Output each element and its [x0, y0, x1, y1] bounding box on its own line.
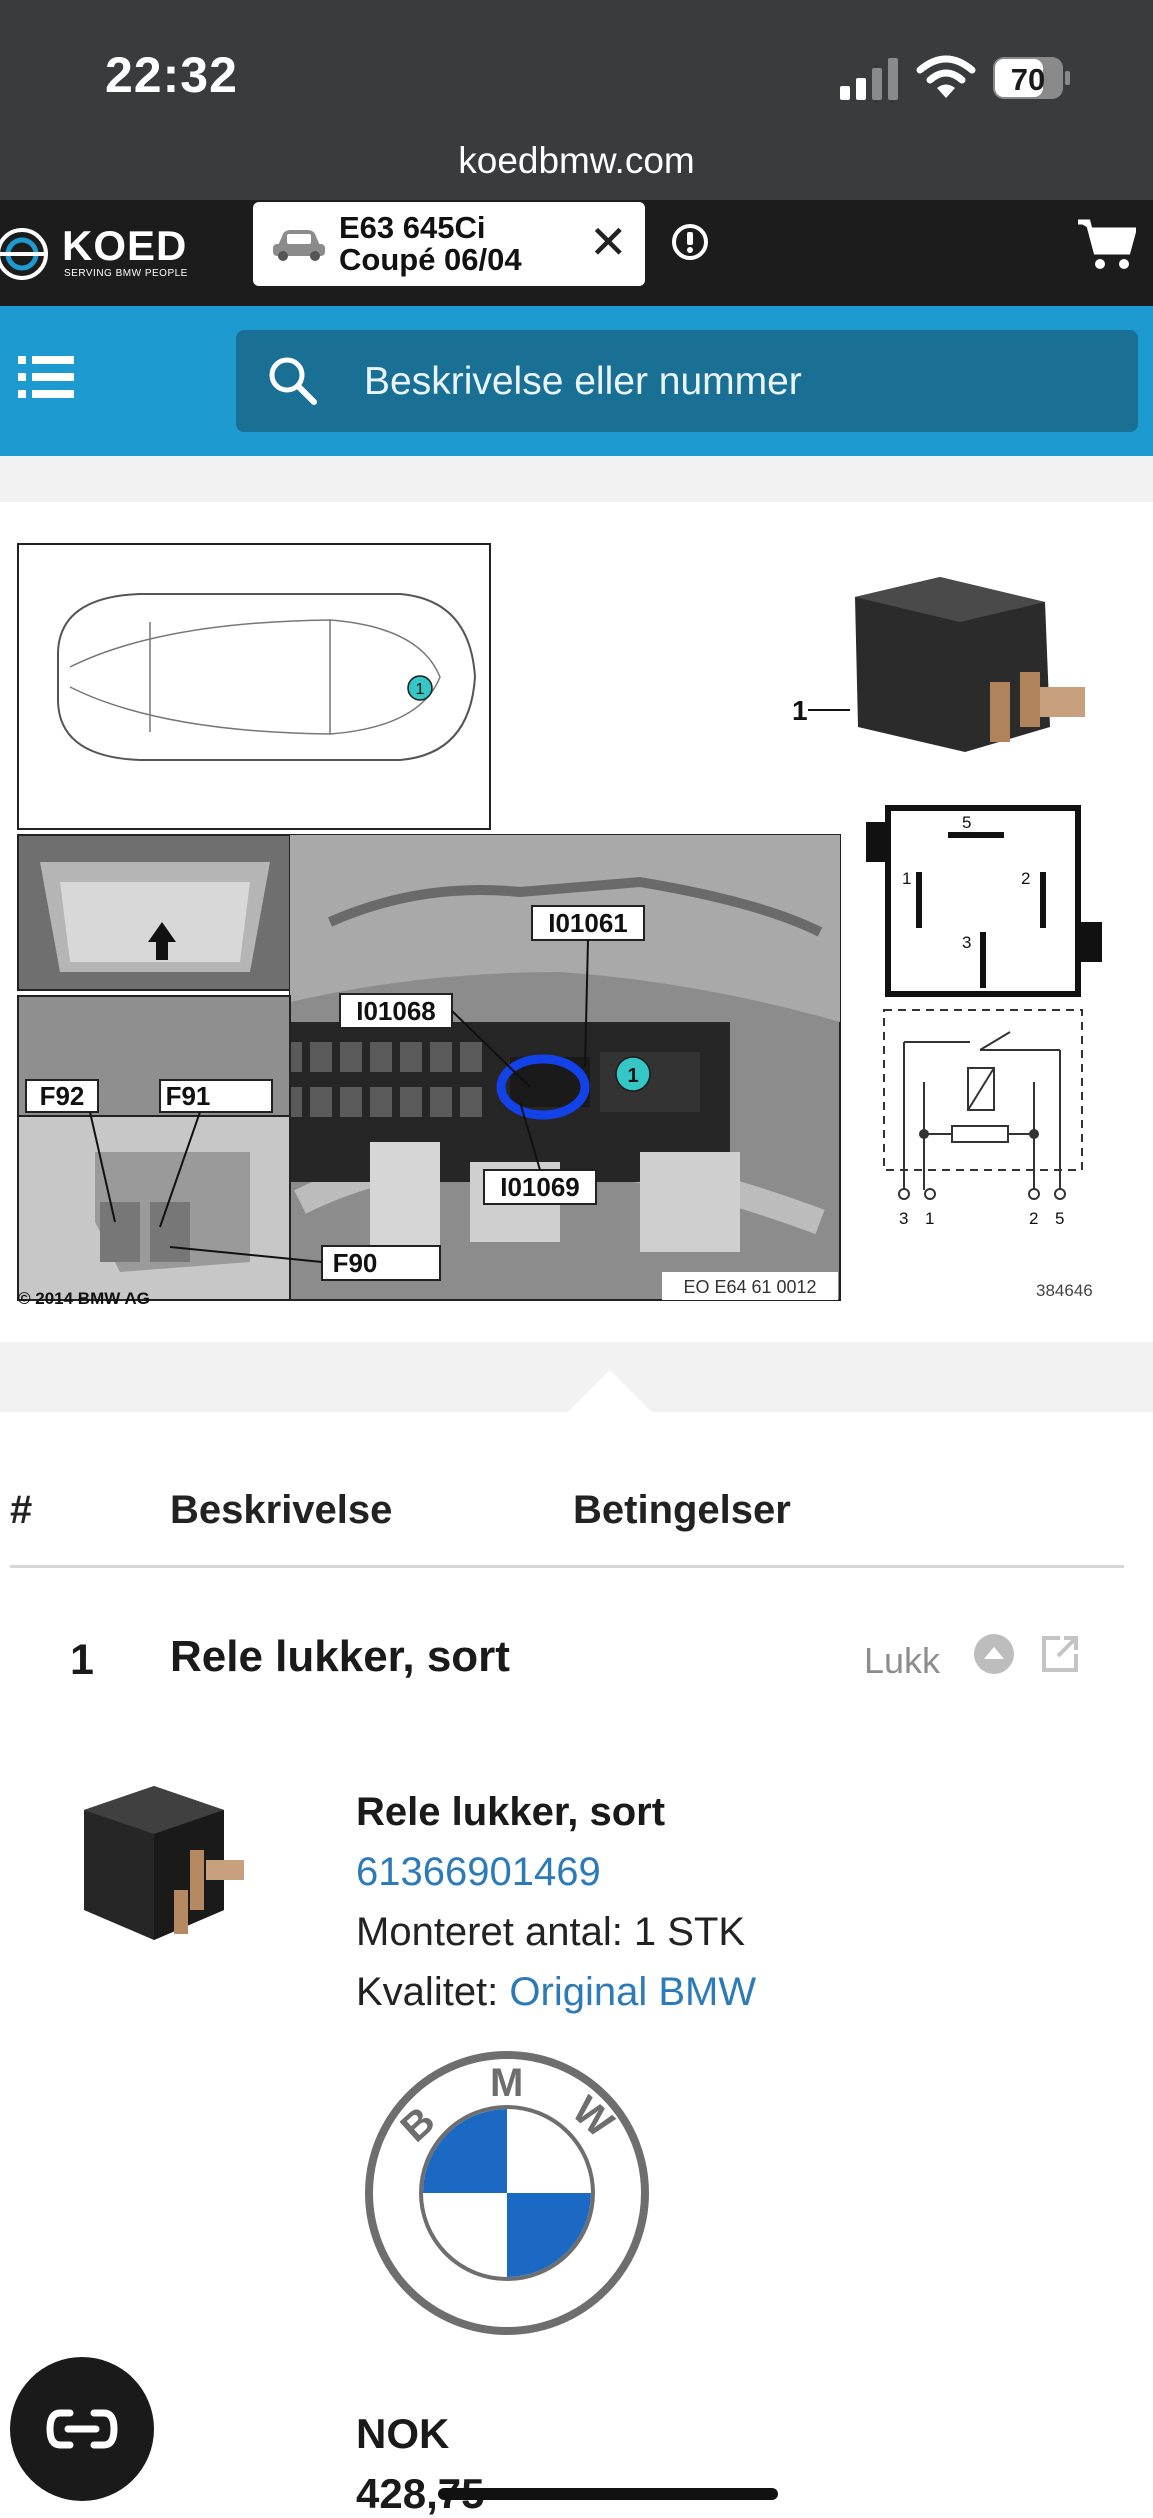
search-placeholder: Beskrivelse eller nummer — [364, 360, 802, 403]
part-number-link[interactable]: 61366901469 — [356, 1850, 601, 1895]
chat-button[interactable] — [10, 2357, 154, 2501]
diagram-svg: 1 1 I01061 I01068 I01069 F92 F91 F90 © 2… — [17, 543, 1102, 1308]
relay-callout: 1 — [792, 695, 808, 726]
svg-text:5: 5 — [1055, 1209, 1064, 1228]
url-bar[interactable]: koedbmw.com — [0, 140, 1153, 182]
menu-icon[interactable] — [18, 354, 74, 400]
row-position-number: 1 — [70, 1636, 94, 1684]
chat-icon — [46, 2409, 118, 2449]
vehicle-selector-chip[interactable]: E63 645Ci Coupé 06/04 ✕ — [253, 202, 645, 286]
price-currency: NOK — [356, 2410, 450, 2457]
relay-3d-view: 1 — [792, 577, 1085, 752]
svg-text:M: M — [490, 2061, 523, 2105]
parts-diagram[interactable]: 1 1 I01061 I01068 I01069 F92 F91 F90 © 2… — [0, 502, 1153, 1342]
svg-text:2: 2 — [1021, 869, 1030, 888]
part-quality: Kvalitet: Original BMW — [356, 1970, 756, 2015]
label-f90: F90 — [333, 1248, 378, 1278]
label-f92: F92 — [40, 1081, 85, 1111]
column-header-conditions: Betingelser — [573, 1488, 791, 1532]
label-i01068: I01068 — [356, 996, 436, 1026]
info-icon[interactable] — [670, 222, 710, 262]
battery-level: 70 — [1011, 62, 1045, 97]
vehicle-body: Coupé 06/04 — [339, 242, 522, 277]
vehicle-model: E63 645Ci — [339, 210, 486, 245]
clear-vehicle-button[interactable]: ✕ — [589, 216, 628, 268]
label-f91: F91 — [166, 1081, 211, 1111]
collapse-up-icon[interactable] — [972, 1632, 1016, 1676]
logo-tagline: SERVING BMW PEOPLE — [64, 268, 188, 279]
svg-text:2: 2 — [1029, 1209, 1038, 1228]
svg-text:3: 3 — [899, 1209, 908, 1228]
part-name: Rele lukker, sort — [356, 1790, 666, 1834]
status-time: 22:32 — [105, 47, 238, 103]
close-row-link[interactable]: Lukk — [864, 1640, 940, 1682]
status-bar: 22:32 70 koedbmw.com — [0, 0, 1153, 200]
svg-text:1: 1 — [925, 1209, 934, 1228]
relay-schematic — [883, 1009, 1083, 1200]
column-header-number: # — [10, 1488, 33, 1532]
search-icon — [269, 357, 317, 405]
search-input[interactable]: Beskrivelse eller nummer — [236, 330, 1138, 432]
callout-label: 1 — [416, 681, 425, 698]
logo-mark-icon — [0, 228, 48, 280]
external-link-icon[interactable] — [1040, 1634, 1080, 1674]
battery-icon: 70 — [993, 57, 1070, 99]
quality-label: Kvalitet: — [356, 1970, 510, 2014]
svg-text:1: 1 — [627, 1065, 638, 1087]
row-title[interactable]: Rele lukker, sort — [170, 1632, 510, 1682]
signal-icon — [840, 58, 898, 100]
label-i01061: I01061 — [548, 908, 628, 938]
koed-logo[interactable]: KOED SERVING BMW PEOPLE — [0, 212, 200, 292]
svg-text:5: 5 — [962, 813, 971, 832]
relay-pin-layout: 5 1 2 3 — [866, 805, 1102, 997]
part-quantity: Monteret antal: 1 STK — [356, 1910, 746, 1954]
wifi-icon — [916, 55, 976, 98]
logo-wordmark: KOED — [62, 222, 188, 269]
label-i01069: I01069 — [500, 1172, 580, 1202]
svg-text:3: 3 — [962, 933, 971, 952]
diagram-pointer — [568, 1370, 652, 1412]
relay-product-image[interactable] — [74, 1780, 248, 1950]
svg-text:1: 1 — [902, 869, 911, 888]
vehicle-label: E63 645Ci Coupé 06/04 — [339, 212, 522, 276]
diagram-ref: EO E64 61 0012 — [683, 1277, 816, 1297]
table-header-divider — [10, 1565, 1124, 1568]
home-indicator — [438, 2488, 778, 2500]
bmw-logo: B M W — [365, 2051, 649, 2335]
quality-link[interactable]: Original BMW — [509, 1970, 756, 2014]
divider-strip — [0, 456, 1153, 502]
column-header-description: Beskrivelse — [170, 1488, 393, 1532]
diagram-image-number: 384646 — [1036, 1281, 1093, 1300]
diagram-copyright: © 2014 BMW AG — [18, 1289, 150, 1308]
cart-icon[interactable] — [1076, 216, 1136, 272]
car-icon — [273, 230, 325, 261]
